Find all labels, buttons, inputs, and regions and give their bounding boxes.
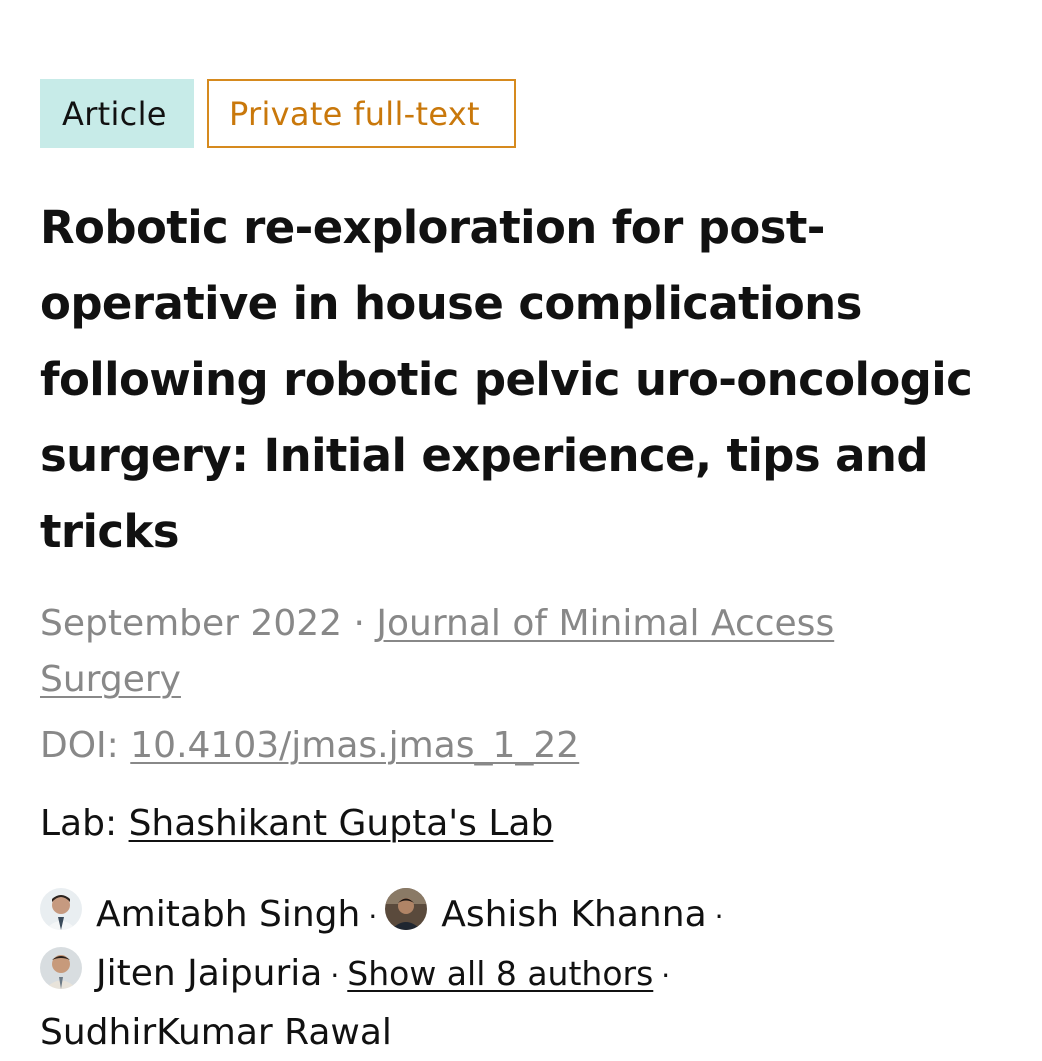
author-avatar — [385, 888, 428, 930]
lab-link[interactable]: Shashikant Gupta's Lab — [129, 803, 554, 844]
author-item[interactable]: Jiten Jaipuria — [40, 947, 323, 994]
publication-meta: September 2022 · Journal of Minimal Acce… — [40, 596, 920, 708]
author-item[interactable]: Ashish Khanna — [385, 888, 707, 935]
doi-link[interactable]: 10.4103/jmas.jmas_1_22 — [130, 725, 579, 766]
author-avatar — [40, 947, 82, 989]
publication-date: September 2022 — [40, 603, 343, 644]
publication-page: Article Private full-text Robotic re-exp… — [40, 79, 1040, 1061]
badge-row: Article Private full-text — [40, 79, 1040, 148]
publication-title: Robotic re-exploration for post-operativ… — [40, 201, 973, 558]
show-all-authors-link[interactable]: Show all 8 authors — [347, 954, 653, 993]
author-name: Ashish Khanna — [441, 894, 707, 935]
meta-separator: · — [353, 603, 365, 644]
author-separator: · — [368, 900, 378, 933]
doi-row: DOI: 10.4103/jmas.jmas_1_22 — [40, 718, 1040, 774]
author-name: Jiten Jaipuria — [96, 953, 323, 994]
author-name: Amitabh Singh — [96, 894, 361, 935]
author-separator: · — [661, 959, 671, 992]
private-fulltext-badge[interactable]: Private full-text — [207, 79, 516, 148]
author-item[interactable]: SudhirKumar Rawal — [40, 1012, 392, 1053]
author-list: Amitabh Singh · Ashish Khanna · Jiten Jaipur… — [40, 886, 940, 1061]
author-avatar — [40, 888, 82, 930]
author-separator: · — [714, 900, 724, 933]
article-type-badge: Article — [40, 79, 194, 148]
lab-label: Lab: — [40, 803, 118, 844]
author-name: SudhirKumar Rawal — [40, 1012, 392, 1053]
lab-row: Lab: Shashikant Gupta's Lab — [40, 796, 1040, 852]
author-separator: · — [330, 959, 340, 992]
author-item[interactable]: Amitabh Singh — [40, 888, 361, 935]
doi-label: DOI: — [40, 725, 119, 766]
